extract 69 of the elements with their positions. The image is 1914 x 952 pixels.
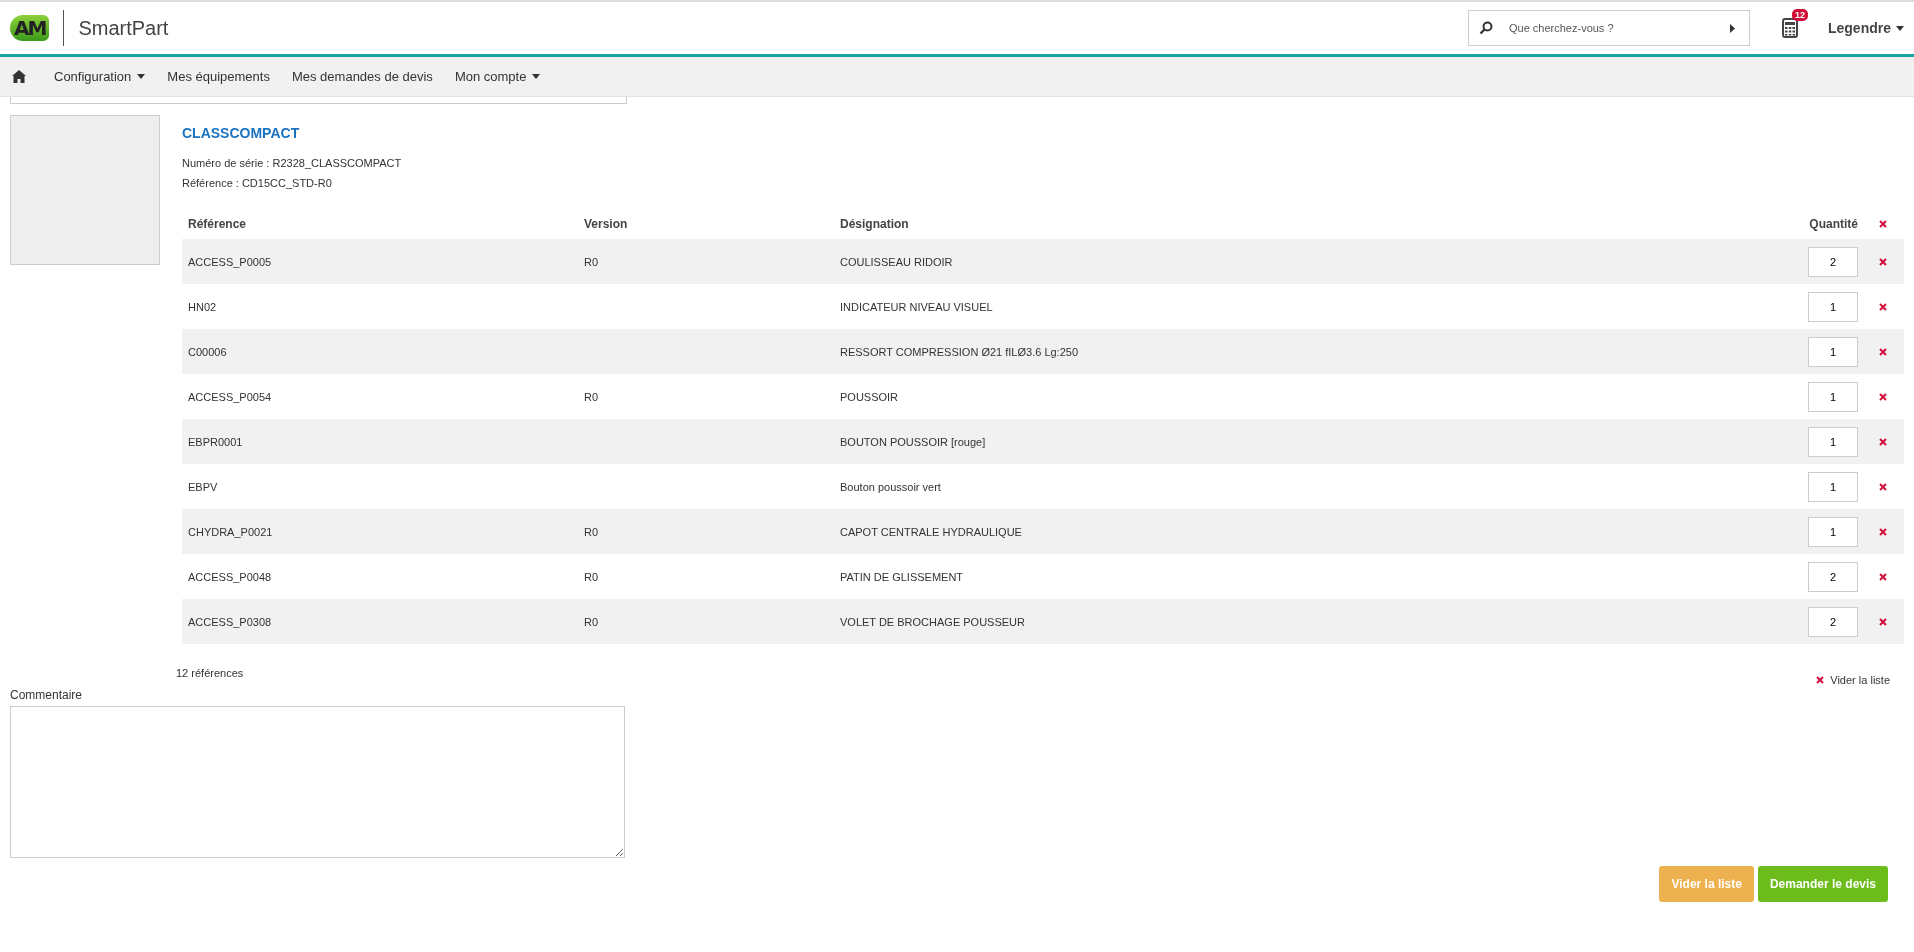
quantity-field[interactable]: 1 <box>1808 291 1858 322</box>
quantity-field[interactable]: 2 <box>1808 561 1858 592</box>
table-cell: VOLET DE BROCHAGE POUSSEUR <box>840 615 1025 628</box>
nav-item[interactable]: Configuration <box>54 69 146 84</box>
remove-all-button[interactable] <box>1877 218 1889 230</box>
column-header: Quantité <box>1666 211 1862 239</box>
nav-item[interactable]: Mon compte <box>454 69 541 84</box>
remove-button[interactable] <box>1877 255 1889 268</box>
quantity-field[interactable]: 1 <box>1808 336 1858 367</box>
caret-icon <box>532 74 541 79</box>
remove-button[interactable] <box>1877 615 1889 628</box>
remove-button[interactable] <box>1877 435 1889 448</box>
quantity-field[interactable]: 1 <box>1808 381 1858 412</box>
home-icon[interactable] <box>12 70 26 83</box>
table-cell: ACCESS_P0054 <box>188 390 272 403</box>
table-cell: PATIN DE GLISSEMENT <box>840 570 964 583</box>
table-cell: Bouton poussoir vert <box>840 480 941 493</box>
table-cell: HN02 <box>188 300 217 313</box>
table-cell: C00006 <box>188 345 227 358</box>
remove-button[interactable] <box>1877 525 1889 538</box>
quantity-field[interactable]: 1 <box>1808 471 1858 502</box>
table-cell: RESSORT COMPRESSION Ø21 fILØ3.6 Lg:250 <box>840 345 1079 358</box>
remove-button[interactable] <box>1877 390 1889 403</box>
table-cell: EBPV <box>188 480 218 493</box>
caret-icon <box>1896 25 1904 31</box>
table-cell: R0 <box>584 570 599 583</box>
table-cell: R0 <box>584 255 599 268</box>
table-cell: R0 <box>584 525 599 538</box>
table-cell: EBPR0001 <box>188 435 243 448</box>
comment-field[interactable] <box>10 706 625 858</box>
quantity-field[interactable]: 2 <box>1808 246 1858 277</box>
product-title[interactable]: CLASSCOMPACT <box>182 125 1904 141</box>
table-cell: R0 <box>584 615 599 628</box>
table-cell: CHYDRA_P0021 <box>188 525 273 538</box>
close-icon <box>1816 676 1825 684</box>
count-badge: 12 <box>1792 9 1808 21</box>
remove-button[interactable] <box>1877 480 1889 493</box>
quantity-field[interactable]: 2 <box>1808 606 1858 637</box>
product-reference: Référence : CD15CC_STD-R0 <box>182 177 333 189</box>
calculator-icon[interactable] <box>1782 18 1798 38</box>
table-cell: R0 <box>584 390 599 403</box>
app-name: SmartPart <box>78 16 169 40</box>
quantity-field[interactable]: 1 <box>1808 516 1858 547</box>
table-cell: ACCESS_P0005 <box>188 255 272 268</box>
table-cell: ACCESS_P0308 <box>188 615 272 628</box>
table-cell: POUSSOIR <box>840 390 899 403</box>
column-header: Désignation <box>836 211 1667 239</box>
table-cell: BOUTON POUSSOIR [rouge] <box>840 435 986 448</box>
table-cell: INDICATEUR NIVEAU VISUEL <box>840 300 993 313</box>
search-bar[interactable]: Que cherchez-vous ? <box>1468 10 1750 46</box>
reference-count: 12 références <box>176 667 244 679</box>
table-cell: ACCESS_P0048 <box>188 570 272 583</box>
clear-list-link[interactable]: Vider la liste <box>1816 674 1890 686</box>
nav-item[interactable]: Mes demandes de devis <box>291 69 433 84</box>
serial-number: Numéro de série : R2328_CLASSCOMPACT <box>182 157 403 169</box>
nav-item[interactable]: Mes équipements <box>167 69 270 84</box>
remove-button[interactable] <box>1877 300 1889 313</box>
user-menu[interactable]: Legendre <box>1828 20 1904 36</box>
quantity-field[interactable]: 1 <box>1808 426 1858 457</box>
table-cell: COULISSEAU RIDOIR <box>840 255 953 268</box>
column-header: Version <box>580 211 836 239</box>
remove-button[interactable] <box>1877 570 1889 583</box>
table-cell: CAPOT CENTRALE HYDRAULIQUE <box>840 525 1022 538</box>
comment-label: Commentaire <box>10 688 84 702</box>
remove-button[interactable] <box>1877 345 1889 358</box>
caret-icon <box>137 74 146 79</box>
search-icon <box>1479 21 1493 35</box>
logo[interactable]: AM <box>10 15 50 41</box>
column-header: Référence <box>182 211 580 239</box>
